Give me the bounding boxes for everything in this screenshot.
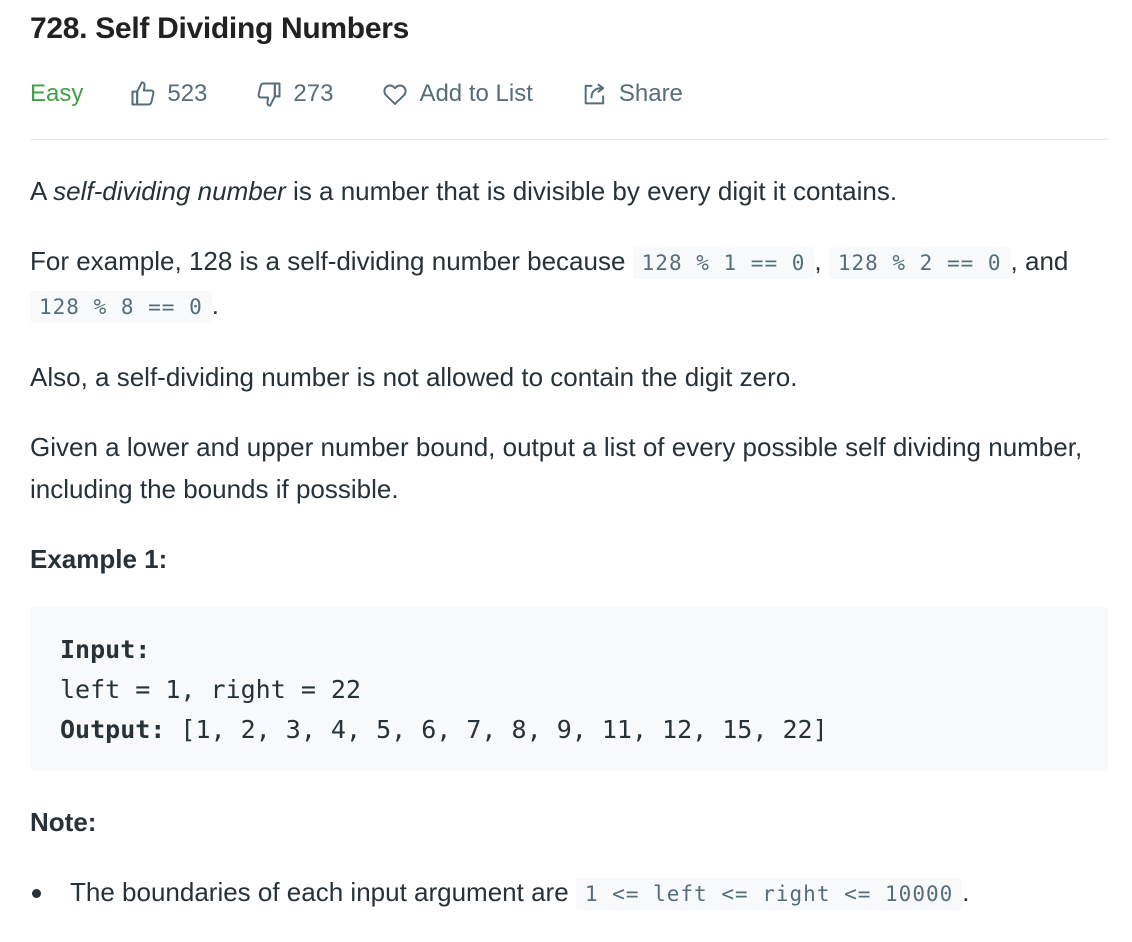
note-item: The boundaries of each input argument ar…: [30, 871, 1108, 915]
heart-icon: [383, 84, 408, 105]
text: The boundaries of each input argument ar…: [70, 877, 576, 907]
note-heading: Note:: [30, 807, 97, 837]
description-paragraph-3: Also, a self-dividing number is not allo…: [30, 362, 798, 392]
input-value: left = 1, right = 22: [60, 675, 362, 704]
text: For example, 128 is a self-dividing numb…: [30, 246, 633, 276]
output-label: Output:: [60, 715, 166, 744]
like-button[interactable]: 523: [129, 80, 207, 108]
dislike-count: 273: [293, 80, 334, 107]
inline-code: 1 <= left <= right <= 10000: [575, 878, 963, 910]
inline-code: 128 % 8 == 0: [30, 291, 212, 323]
self-dividing-term: self-dividing number: [53, 176, 286, 206]
like-count: 523: [167, 80, 208, 107]
problem-description: 728. Self Dividing Numbers Easy 523 273 …: [30, 0, 1108, 915]
add-to-list-button[interactable]: Add to List: [381, 80, 533, 108]
description-paragraph-2: For example, 128 is a self-dividing numb…: [30, 240, 1108, 328]
example-heading: Example 1:: [30, 544, 168, 574]
note-list: The boundaries of each input argument ar…: [30, 871, 1108, 915]
text: , and: [1010, 246, 1069, 276]
output-value: [1, 2, 3, 4, 5, 6, 7, 8, 9, 11, 12, 15, …: [165, 715, 828, 744]
add-to-list-label: Add to List: [419, 80, 533, 107]
difficulty-badge: Easy: [30, 80, 84, 107]
description-paragraph-4: Given a lower and upper number bound, ou…: [30, 432, 1083, 504]
share-label: Share: [618, 80, 683, 107]
input-label: Input:: [60, 635, 151, 664]
problem-meta-bar: Easy 523 273 Add to List Share: [30, 74, 1108, 114]
share-icon: [584, 83, 605, 105]
thumbs-up-icon: [131, 81, 155, 106]
share-button[interactable]: Share: [581, 80, 683, 108]
description-paragraph-1: A self-dividing number is a number that …: [30, 170, 1108, 212]
inline-code: 128 % 1 == 0: [632, 247, 815, 279]
text: ,: [814, 246, 829, 276]
text: is a number that is divisible by every d…: [285, 176, 898, 206]
problem-content: A self-dividing number is a number that …: [30, 170, 1108, 915]
thumbs-down-icon: [257, 82, 281, 107]
inline-code: 128 % 2 == 0: [828, 247, 1011, 279]
text: A: [30, 176, 54, 206]
text: .: [211, 290, 219, 320]
text: .: [962, 877, 970, 907]
example-code-block: Input: left = 1, right = 22 Output: [1, …: [30, 607, 1108, 771]
dislike-button[interactable]: 273: [255, 80, 333, 108]
problem-title: 728. Self Dividing Numbers: [30, 12, 409, 45]
header-divider: [30, 139, 1108, 140]
